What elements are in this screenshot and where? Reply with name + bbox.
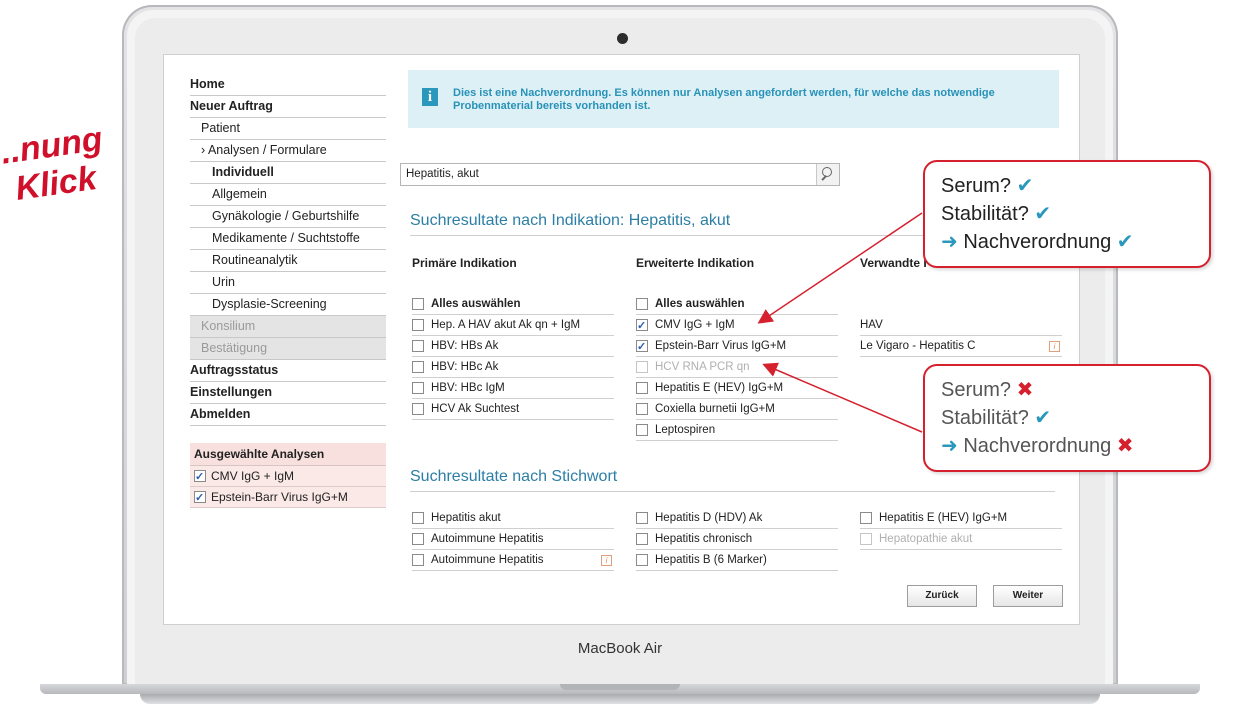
annotation-arrows bbox=[757, 212, 923, 433]
check-icon: ✔ bbox=[1034, 407, 1052, 429]
callout-serum-label: Serum? bbox=[941, 379, 1012, 401]
check-icon: ✔ bbox=[1116, 231, 1134, 253]
cross-icon: ✖ bbox=[1116, 435, 1134, 457]
arrow-right-icon: ➜ bbox=[941, 435, 958, 457]
callout-serum-label: Serum? bbox=[941, 175, 1012, 197]
check-icon: ✔ bbox=[1034, 203, 1052, 225]
callout-stability-label: Stabilität? bbox=[941, 203, 1029, 225]
cross-icon: ✖ bbox=[1016, 379, 1034, 401]
arrow-to-hcv bbox=[762, 362, 923, 433]
check-icon: ✔ bbox=[1016, 175, 1034, 197]
callout-nachverordnung-label: Nachverordnung bbox=[963, 435, 1112, 457]
arrow-to-cmv bbox=[757, 212, 923, 324]
callout-failure: Serum? ✖ Stabilität? ✔ ➜ Nachverordnung … bbox=[923, 364, 1211, 472]
callout-stability-label: Stabilität? bbox=[941, 407, 1029, 429]
callout-nachverordnung-label: Nachverordnung bbox=[963, 231, 1112, 253]
callout-success: Serum? ✔ Stabilität? ✔ ➜ Nachverordnung … bbox=[923, 160, 1211, 268]
arrow-right-icon: ➜ bbox=[941, 231, 958, 253]
